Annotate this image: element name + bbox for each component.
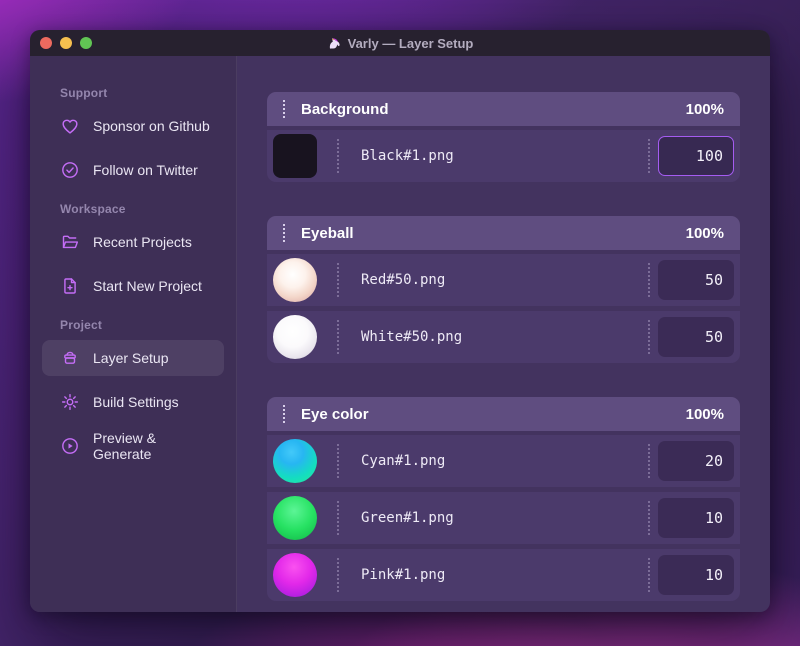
dotted-divider	[337, 263, 339, 297]
dotted-divider	[648, 501, 650, 535]
layer-weight-input[interactable]	[658, 136, 734, 176]
layer-weight-input[interactable]	[658, 441, 734, 481]
gear-icon	[61, 393, 79, 411]
play-circle-icon	[62, 438, 78, 454]
zoom-button[interactable]	[80, 37, 92, 49]
sidebar-section-workspace: Workspace	[60, 202, 126, 216]
dotted-divider	[648, 139, 650, 173]
unicorn-app-icon	[327, 36, 342, 51]
layer-filename: Pink#1.png	[361, 567, 446, 583]
dotted-divider	[337, 444, 339, 478]
window-title-text: Varly — Layer Setup	[347, 35, 474, 51]
dotted-divider	[337, 139, 339, 173]
desktop-wallpaper: Varly — Layer Setup Support Sponsor on G…	[0, 0, 800, 646]
layer-weight-input[interactable]	[658, 260, 734, 300]
group-title: Eye color	[301, 405, 369, 423]
sidebar-item-label: Layer Setup	[93, 350, 169, 366]
app-window: Varly — Layer Setup Support Sponsor on G…	[30, 30, 770, 612]
titlebar[interactable]: Varly — Layer Setup	[30, 30, 770, 56]
sidebar-item-layer-setup[interactable]: Layer Setup	[42, 340, 224, 376]
sidebar-item-label: Recent Projects	[93, 234, 192, 250]
sidebar-item-build-settings[interactable]: Build Settings	[42, 384, 224, 420]
layer-row[interactable]: Black#1.png	[267, 130, 740, 182]
verified-badge-icon	[62, 162, 78, 178]
sidebar-item-sponsor-github[interactable]: Sponsor on Github	[42, 108, 224, 144]
group-title: Background	[301, 100, 389, 118]
group-title: Eyeball	[301, 224, 354, 242]
group-header[interactable]: Eyeball 100%	[267, 216, 740, 250]
drag-handle-icon[interactable]	[283, 100, 285, 118]
dotted-divider	[337, 501, 339, 535]
layer-row[interactable]: Cyan#1.png	[267, 435, 740, 487]
layer-filename: Cyan#1.png	[361, 453, 446, 469]
layer-thumbnail-cyan-sphere	[273, 439, 317, 483]
sidebar-item-label: Preview & Generate	[93, 430, 157, 462]
sidebar-item-follow-twitter[interactable]: Follow on Twitter	[42, 152, 224, 188]
folder-open-icon	[62, 235, 79, 249]
window-title: Varly — Layer Setup	[30, 36, 770, 51]
layer-group-eyeball: Eyeball 100% Red#50.png White#50.png	[267, 216, 740, 363]
group-header[interactable]: Background 100%	[267, 92, 740, 126]
dotted-divider	[337, 320, 339, 354]
dotted-divider	[648, 558, 650, 592]
layer-weight-input[interactable]	[658, 498, 734, 538]
group-opacity: 100%	[685, 224, 724, 242]
layer-filename: Red#50.png	[361, 272, 446, 288]
heart-icon	[62, 119, 78, 134]
sidebar-section-support: Support	[60, 86, 108, 100]
sidebar-item-label: Follow on Twitter	[93, 162, 198, 178]
sidebar-item-label: Start New Project	[93, 278, 202, 294]
layer-row[interactable]: Pink#1.png	[267, 549, 740, 601]
layer-weight-input[interactable]	[658, 555, 734, 595]
group-opacity: 100%	[685, 405, 724, 423]
layer-thumbnail-green-sphere	[273, 496, 317, 540]
sidebar-item-preview-generate[interactable]: Preview & Generate	[42, 428, 224, 464]
layer-thumbnail-red-sphere	[273, 258, 317, 302]
layer-filename: White#50.png	[361, 329, 463, 345]
dotted-divider	[337, 558, 339, 592]
layer-filename: Green#1.png	[361, 510, 454, 526]
group-opacity: 100%	[685, 100, 724, 118]
drag-handle-icon[interactable]	[283, 224, 285, 242]
layer-group-eye-color: Eye color 100% Cyan#1.png Green#1.png	[267, 397, 740, 601]
minimize-button[interactable]	[60, 37, 72, 49]
sidebar-item-label: Sponsor on Github	[93, 118, 210, 134]
layer-row[interactable]: White#50.png	[267, 311, 740, 363]
layer-weight-input[interactable]	[658, 317, 734, 357]
dotted-divider	[648, 263, 650, 297]
layer-thumbnail-white-sphere	[273, 315, 317, 359]
sidebar-item-start-new-project[interactable]: Start New Project	[42, 268, 224, 304]
layers-archive-icon	[64, 351, 76, 364]
layer-filename: Black#1.png	[361, 148, 454, 164]
sidebar-item-label: Build Settings	[93, 394, 179, 410]
drag-handle-icon[interactable]	[283, 405, 285, 423]
close-button[interactable]	[40, 37, 52, 49]
group-header[interactable]: Eye color 100%	[267, 397, 740, 431]
sidebar-section-project: Project	[60, 318, 103, 332]
layers-panel: Background 100% Black#1.png Eyeball	[237, 56, 770, 612]
layer-row[interactable]: Red#50.png	[267, 254, 740, 306]
sidebar-item-recent-projects[interactable]: Recent Projects	[42, 224, 224, 260]
layer-thumbnail-pink-sphere	[273, 553, 317, 597]
dotted-divider	[648, 444, 650, 478]
dotted-divider	[648, 320, 650, 354]
file-plus-icon	[64, 278, 76, 294]
traffic-lights	[40, 37, 92, 49]
layer-row[interactable]: Green#1.png	[267, 492, 740, 544]
layer-group-background: Background 100% Black#1.png	[267, 92, 740, 182]
layer-thumbnail-black	[273, 134, 317, 178]
sidebar: Support Sponsor on Github Follow on Twit…	[30, 56, 237, 612]
